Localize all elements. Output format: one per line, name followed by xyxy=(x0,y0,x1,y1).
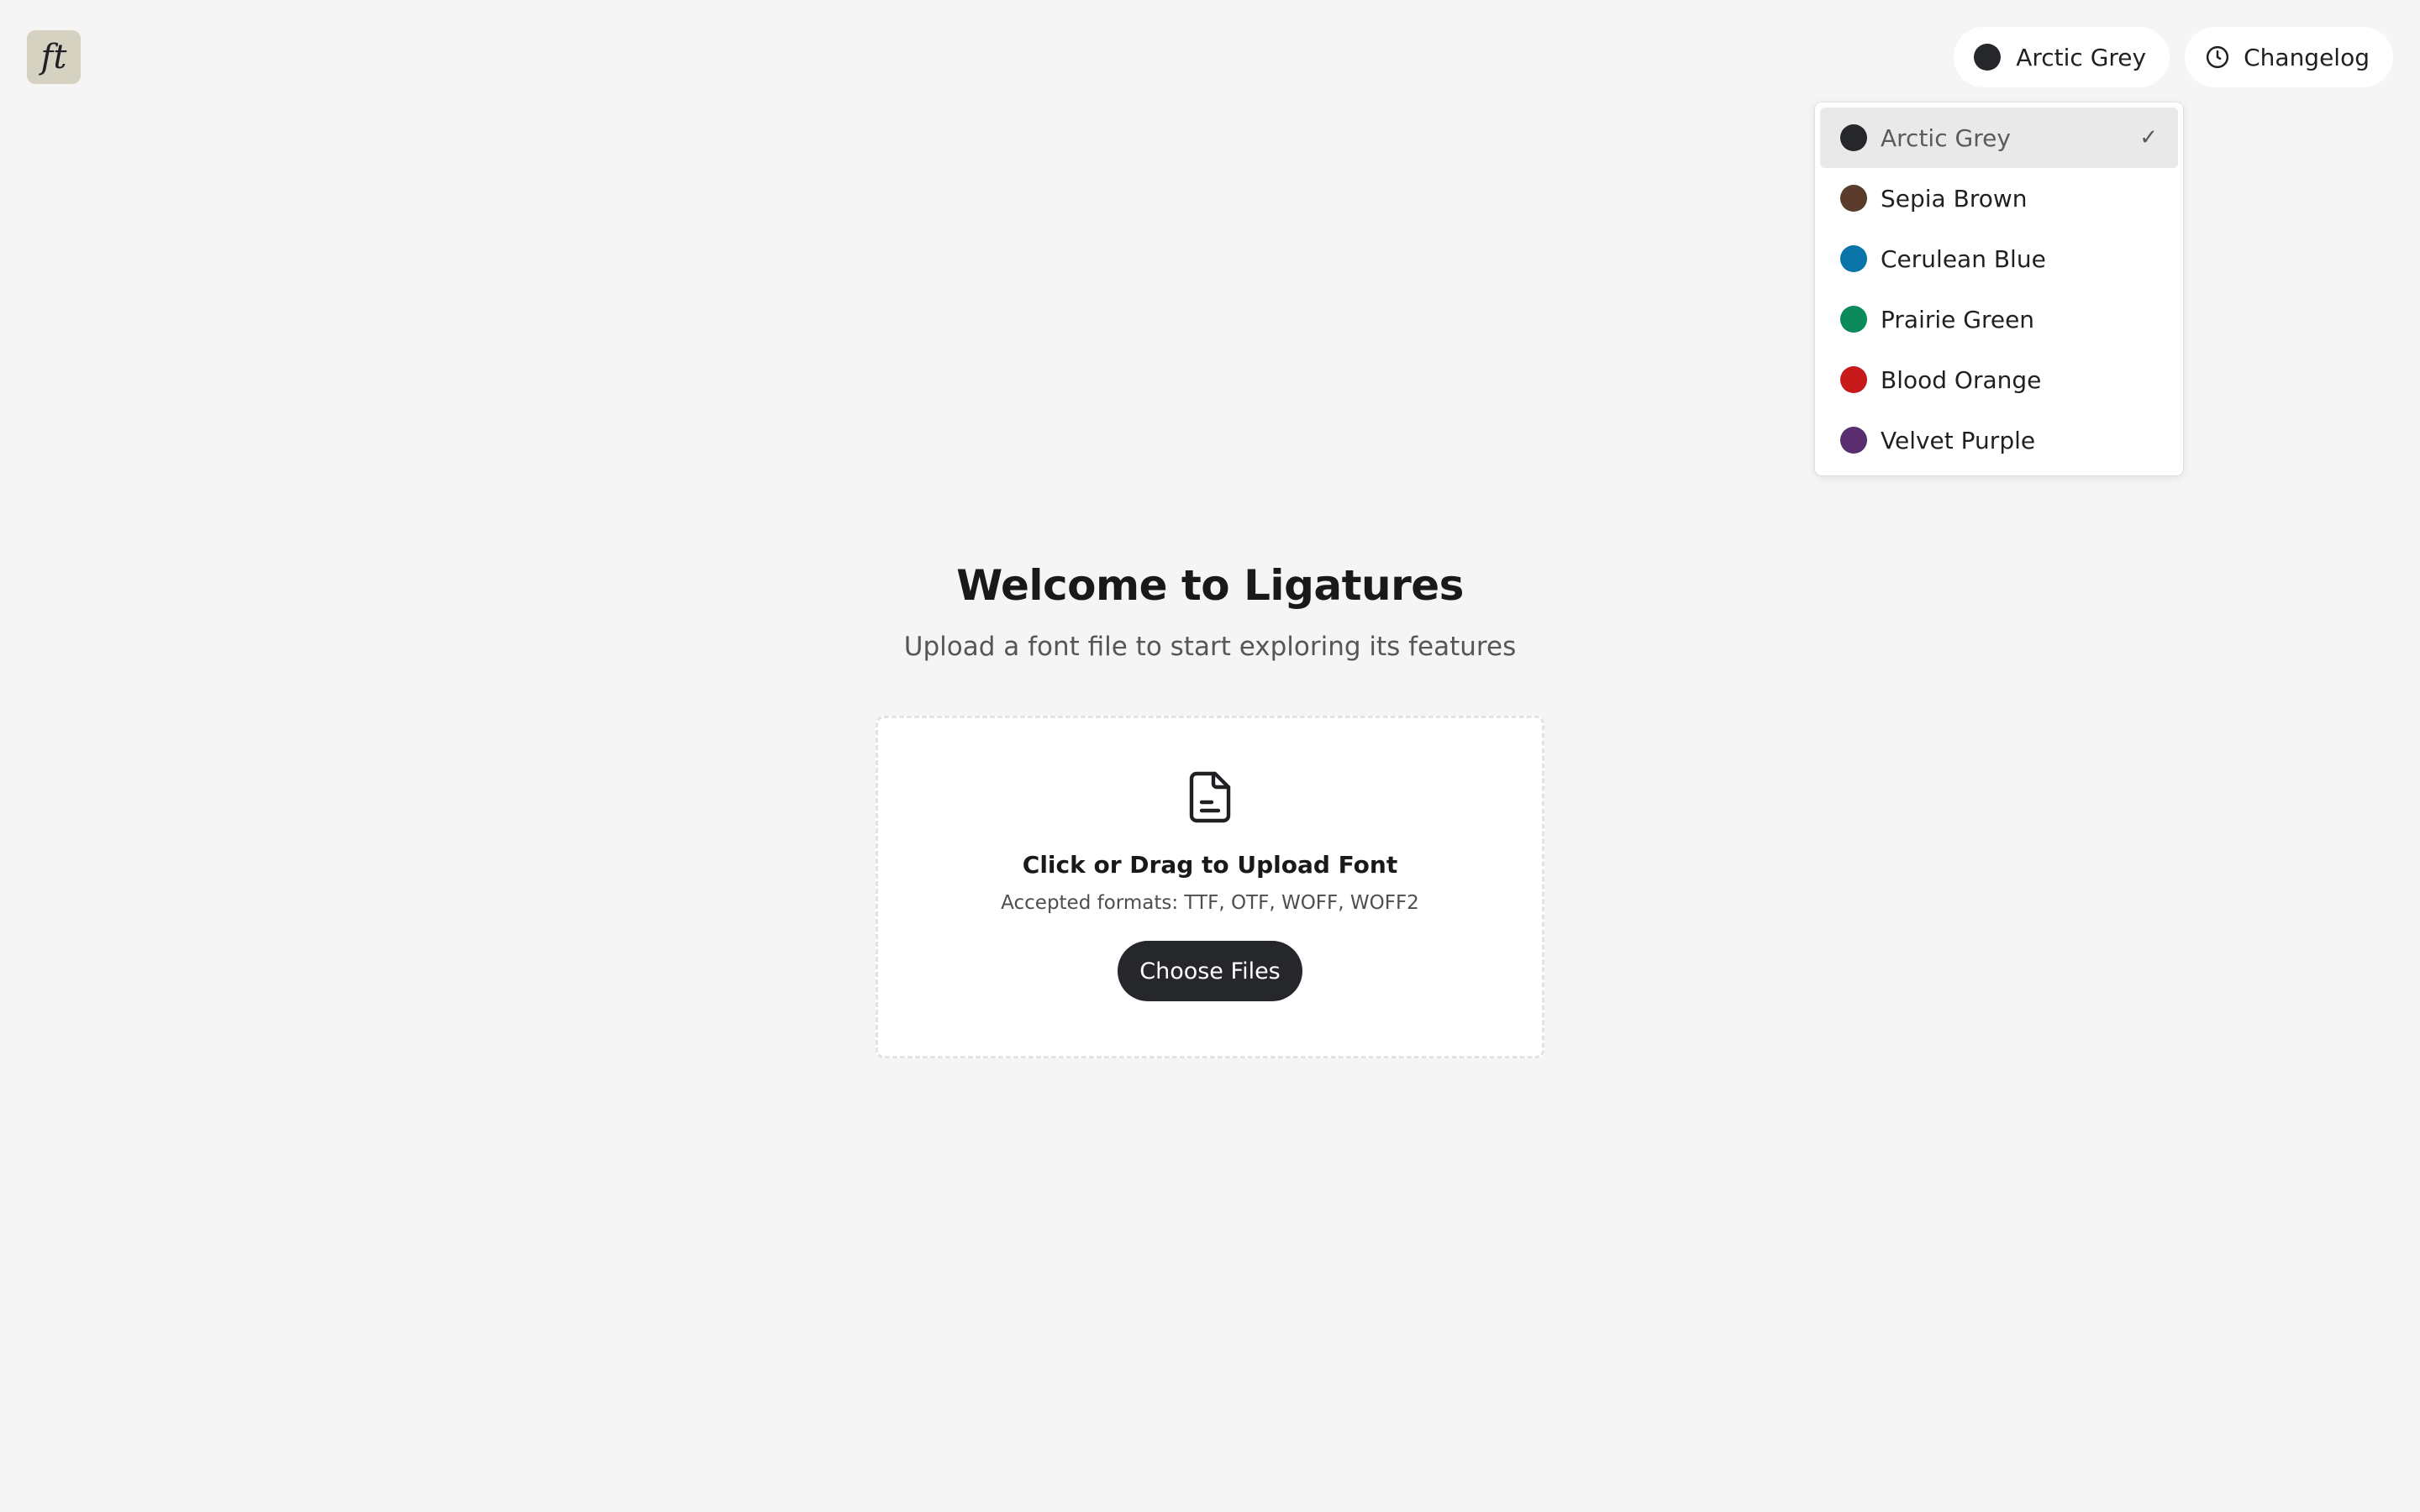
theme-option-label: Arctic Grey xyxy=(1881,123,2011,152)
changelog-button[interactable]: Changelog xyxy=(2185,27,2393,87)
color-swatch-icon xyxy=(1840,366,1867,393)
app-logo[interactable]: ft xyxy=(27,30,81,84)
theme-option-prairie-green[interactable]: Prairie Green xyxy=(1820,289,2178,349)
file-text-icon xyxy=(1186,770,1234,827)
theme-option-label: Velvet Purple xyxy=(1881,426,2036,454)
theme-option-cerulean-blue[interactable]: Cerulean Blue xyxy=(1820,228,2178,289)
color-swatch-icon xyxy=(1840,306,1867,333)
color-swatch-icon xyxy=(1840,245,1867,272)
theme-selector-label: Arctic Grey xyxy=(2016,43,2147,71)
logo-text: ft xyxy=(40,38,67,76)
color-swatch-icon xyxy=(1840,185,1867,212)
font-upload-dropzone[interactable]: Click or Drag to Upload Font Accepted fo… xyxy=(876,716,1544,1058)
theme-option-sepia-brown[interactable]: Sepia Brown xyxy=(1820,168,2178,228)
page-subtitle: Upload a font file to start exploring it… xyxy=(903,632,1517,662)
theme-color-dot-icon xyxy=(1974,44,2002,71)
theme-option-label: Sepia Brown xyxy=(1881,184,2028,213)
theme-option-arctic-grey[interactable]: Arctic Grey ✓ xyxy=(1820,108,2178,168)
theme-option-label: Prairie Green xyxy=(1881,305,2035,333)
page-title: Welcome to Ligatures xyxy=(956,561,1464,610)
accepted-formats-text: Accepted formats: TTF, OTF, WOFF, WOFF2 xyxy=(1001,892,1419,914)
theme-dropdown-menu: Arctic Grey ✓ Sepia Brown Cerulean Blue Prai… xyxy=(1815,102,2183,475)
changelog-label: Changelog xyxy=(2244,43,2370,71)
theme-option-label: Cerulean Blue xyxy=(1881,244,2046,273)
color-swatch-icon xyxy=(1840,427,1867,454)
clock-icon xyxy=(2205,45,2230,70)
welcome-section: Welcome to Ligatures Upload a font file … xyxy=(0,561,2420,662)
theme-option-blood-orange[interactable]: Blood Orange xyxy=(1820,349,2178,410)
theme-option-label: Blood Orange xyxy=(1881,365,2042,394)
upload-title: Click or Drag to Upload Font xyxy=(1022,851,1398,879)
header-actions: Arctic Grey Changelog xyxy=(1954,27,2393,87)
theme-option-velvet-purple[interactable]: Velvet Purple xyxy=(1820,410,2178,470)
theme-selector-button[interactable]: Arctic Grey xyxy=(1954,27,2170,87)
checkmark-icon: ✓ xyxy=(2139,125,2158,150)
choose-files-button[interactable]: Choose Files xyxy=(1118,941,1302,1001)
color-swatch-icon xyxy=(1840,124,1867,151)
